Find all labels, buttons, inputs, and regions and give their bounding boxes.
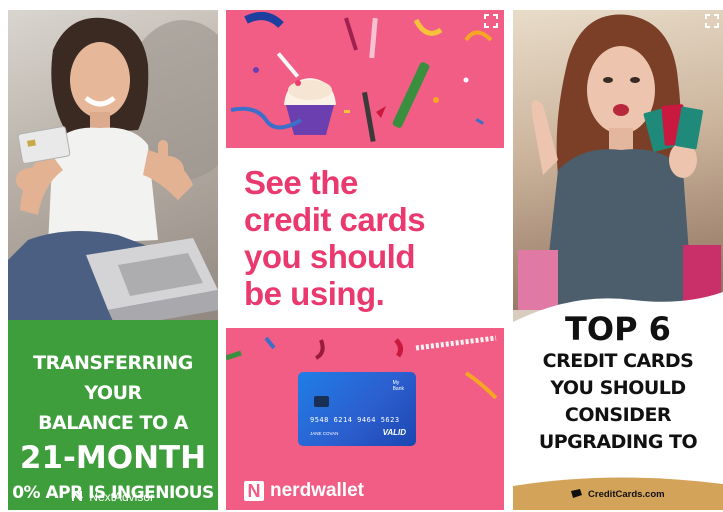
brand-label: CreditCards.com <box>588 489 665 500</box>
card-chip-icon <box>314 396 329 407</box>
headline-line-4: CONSIDER <box>564 404 672 426</box>
credit-card-image: My Bank 9548 6214 9464 5623 JANE COVAN V… <box>298 372 416 446</box>
ad-party-banner <box>226 10 504 148</box>
headline-line-1: See the <box>244 164 358 201</box>
nextadvisor-ad[interactable]: TRANSFERRING YOUR BALANCE TO A 21-MONTH … <box>8 10 218 510</box>
expand-icon[interactable] <box>705 14 719 28</box>
surprised-woman-illustration <box>518 14 721 310</box>
headline-line-2: credit cards <box>244 201 426 238</box>
ad-headline: See the credit cards you should be using… <box>244 164 426 312</box>
headline-line-2: BALANCE TO A <box>38 412 188 434</box>
ad-photo-woman-laptop <box>8 10 218 332</box>
headline-line-4: be using. <box>244 275 385 312</box>
brand-label: nerdwallet <box>270 480 364 501</box>
ad-headline: TRANSFERRING YOUR BALANCE TO A 21-MONTH … <box>8 348 218 508</box>
headline-line-1: TRANSFERRING YOUR <box>33 352 193 404</box>
nerdwallet-logo-icon: N <box>244 481 264 501</box>
headline-line-3: 21-MONTH <box>19 440 207 476</box>
ad-headline: TOP 6 CREDIT CARDS YOU SHOULD CONSIDER U… <box>513 310 723 456</box>
card-bank-line-2: Bank <box>392 386 404 392</box>
expand-icon[interactable] <box>484 14 498 28</box>
nextadvisor-logo-icon <box>71 490 84 504</box>
brand-label: NextAdvisor <box>89 490 155 504</box>
ad-photo-surprised-woman <box>513 10 723 310</box>
creditcards-brand: CreditCards.com <box>513 489 723 500</box>
headline-line-5: UPGRADING TO <box>538 431 698 453</box>
headline-line-3: you should <box>244 238 416 275</box>
card-valid-label: VALID <box>382 428 406 437</box>
party-decorations-illustration <box>230 12 493 142</box>
creditcards-logo-icon <box>571 489 583 498</box>
card-number: 9548 6214 9464 5623 <box>310 416 400 424</box>
nextadvisor-brand: NextAdvisor <box>8 490 218 504</box>
woman-with-laptop-illustration <box>8 17 218 332</box>
card-holder-name: JANE COVAN <box>310 431 339 436</box>
headline-line-3: YOU SHOULD <box>550 377 686 399</box>
headline-line-2: CREDIT CARDS <box>542 350 694 372</box>
headline-line-1: TOP 6 <box>565 310 671 348</box>
nerdwallet-brand: N nerdwallet <box>244 480 364 502</box>
nerdwallet-ad[interactable]: See the credit cards you should be using… <box>226 10 504 510</box>
card-bank-name: My Bank <box>393 380 404 392</box>
creditcards-ad[interactable]: TOP 6 CREDIT CARDS YOU SHOULD CONSIDER U… <box>513 10 723 510</box>
